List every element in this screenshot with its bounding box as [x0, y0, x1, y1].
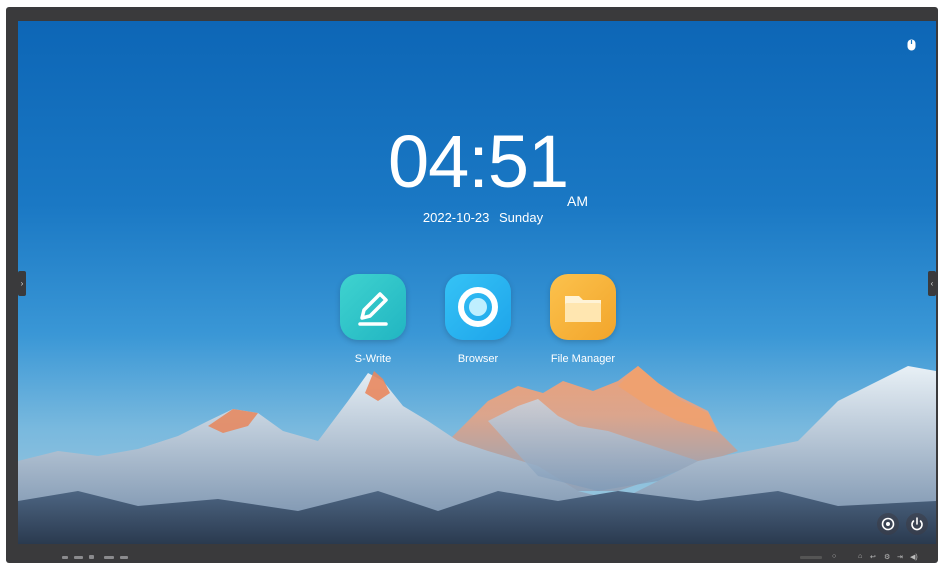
back-icon[interactable]: ↩ [870, 553, 876, 561]
clock-date: 2022-10-23 Sunday [418, 210, 548, 225]
mouse-icon[interactable] [907, 39, 916, 51]
settings-button[interactable] [877, 513, 899, 535]
settings-icon [881, 517, 895, 531]
home-screen: 04:51 AM 2022-10-23 Sunday S-Write Brows… [18, 21, 936, 544]
bezel-power-icon[interactable]: ○ [832, 553, 836, 560]
left-sidebar-handle[interactable]: › [18, 271, 26, 296]
bezel-port [89, 555, 94, 559]
bezel-sensor [800, 556, 822, 559]
bezel-port [74, 556, 83, 559]
app-file-manager[interactable]: File Manager [533, 274, 633, 365]
input-icon[interactable]: ⇥ [897, 553, 903, 561]
browser-ring-icon [445, 274, 511, 340]
bezel-port [120, 556, 128, 559]
folder-icon [550, 274, 616, 340]
app-label-file-manager: File Manager [550, 353, 616, 365]
bezel-port [104, 556, 114, 559]
clock-time: 04:51 [388, 120, 569, 203]
date-text: 2022-10-23 [422, 210, 490, 225]
right-sidebar-handle[interactable]: ‹ [928, 271, 936, 296]
app-s-write[interactable]: S-Write [323, 274, 423, 365]
clock-ampm: AM [567, 193, 588, 209]
page-indicator [483, 539, 507, 544]
bezel-port [62, 556, 68, 559]
chevron-right-icon: › [20, 279, 24, 288]
settings-icon[interactable]: ⚙ [884, 553, 890, 561]
chevron-left-icon: ‹ [930, 279, 934, 288]
power-button[interactable] [906, 513, 928, 535]
app-label-browser: Browser [457, 353, 499, 365]
home-icon[interactable]: ⌂ [858, 553, 862, 560]
weekday-text: Sunday [499, 210, 544, 225]
app-browser[interactable]: Browser [428, 274, 528, 365]
power-icon [911, 517, 923, 531]
volume-icon[interactable]: ◀) [910, 553, 918, 561]
pen-icon [340, 274, 406, 340]
app-label-s-write: S-Write [354, 353, 392, 365]
